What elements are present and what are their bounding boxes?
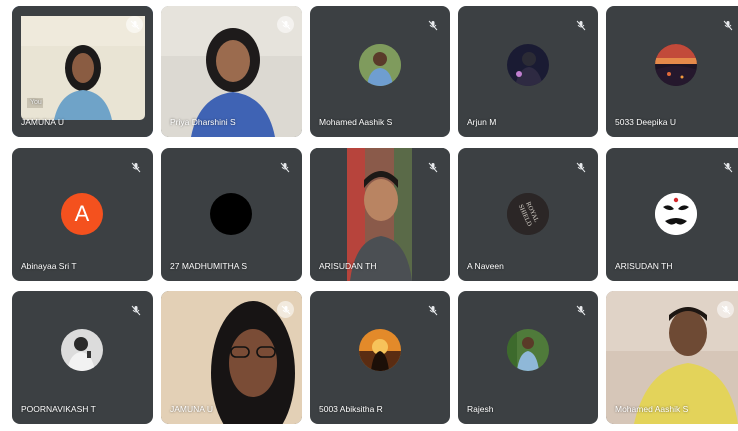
participant-tile-a-naveen[interactable]: ROYAL SHIELD A Naveen <box>458 148 598 281</box>
participant-tile-5033-deepika-u[interactable]: 5033 Deepika U <box>606 6 738 137</box>
participant-tile-mohamed-aashik-s-video[interactable]: Mohamed Aashik S <box>606 291 738 424</box>
participant-name: Priya Dharshini S <box>170 117 236 127</box>
participant-tile-abinayaa-sri-t[interactable]: A Abinayaa Sri T <box>12 148 153 281</box>
participant-avatar <box>61 329 103 371</box>
participant-name: A Naveen <box>467 261 504 271</box>
participant-name: JAMUNA U <box>21 117 64 127</box>
participant-name: JAMUNA U <box>170 404 213 414</box>
mic-off-icon <box>427 161 439 173</box>
participant-name: Mohamed Aashik S <box>319 117 393 127</box>
participant-name: 5003 Abiksitha R <box>319 404 383 414</box>
participant-name: ARISUDAN TH <box>319 261 377 271</box>
participant-avatar <box>655 193 697 235</box>
participant-name: POORNAVIKASH T <box>21 404 96 414</box>
participant-avatar <box>359 44 401 86</box>
mic-off-icon <box>575 161 587 173</box>
participant-tile-rajesh[interactable]: Rajesh <box>458 291 598 424</box>
participant-avatar <box>210 193 252 235</box>
mic-off-icon <box>575 304 587 316</box>
participant-avatar: ROYAL SHIELD <box>507 193 549 235</box>
participant-tile-jamuna-u-video[interactable]: JAMUNA U <box>161 291 302 424</box>
meeting-grid: You JAMUNA U Priya Dharshini S Mohamed A… <box>0 0 738 431</box>
participant-name: 27 MADHUMITHA S <box>170 261 247 271</box>
participant-tile-arisudan-th-video[interactable]: ARISUDAN TH <box>310 148 450 281</box>
participant-name: Abinayaa Sri T <box>21 261 77 271</box>
participant-avatar <box>507 44 549 86</box>
mic-off-icon <box>279 161 291 173</box>
participant-avatar <box>359 329 401 371</box>
participant-name: ARISUDAN TH <box>615 261 673 271</box>
participant-avatar <box>655 44 697 86</box>
participant-name: Rajesh <box>467 404 494 414</box>
mic-off-icon <box>126 16 143 33</box>
participant-tile-arisudan-th[interactable]: ARISUDAN TH <box>606 148 738 281</box>
participant-tile-jamuna-u[interactable]: You JAMUNA U <box>12 6 153 137</box>
participant-tile-mohamed-aashik-s[interactable]: Mohamed Aashik S <box>310 6 450 137</box>
mic-off-icon <box>575 19 587 31</box>
mic-off-icon <box>722 19 734 31</box>
mic-off-icon <box>427 304 439 316</box>
participant-tile-5003-abiksitha-r[interactable]: 5003 Abiksitha R <box>310 291 450 424</box>
participant-name: Mohamed Aashik S <box>615 404 689 414</box>
participant-avatar: A <box>61 193 103 235</box>
self-label: You <box>30 99 42 106</box>
mic-off-icon <box>130 304 142 316</box>
mic-off-icon <box>130 161 142 173</box>
participant-avatar <box>507 329 549 371</box>
participant-tile-poornavikash-t[interactable]: POORNAVIKASH T <box>12 291 153 424</box>
participant-name: Arjun M <box>467 117 497 127</box>
mic-off-icon <box>427 19 439 31</box>
participant-tile-arjun-m[interactable]: Arjun M <box>458 6 598 137</box>
mic-off-icon <box>717 301 734 318</box>
mic-off-icon <box>277 16 294 33</box>
mic-off-icon <box>277 301 294 318</box>
participant-name: 5033 Deepika U <box>615 117 676 127</box>
participant-tile-priya-dharshini-s[interactable]: Priya Dharshini S <box>161 6 302 137</box>
participant-tile-27-madhumitha-s[interactable]: 27 MADHUMITHA S <box>161 148 302 281</box>
mic-off-icon <box>722 161 734 173</box>
